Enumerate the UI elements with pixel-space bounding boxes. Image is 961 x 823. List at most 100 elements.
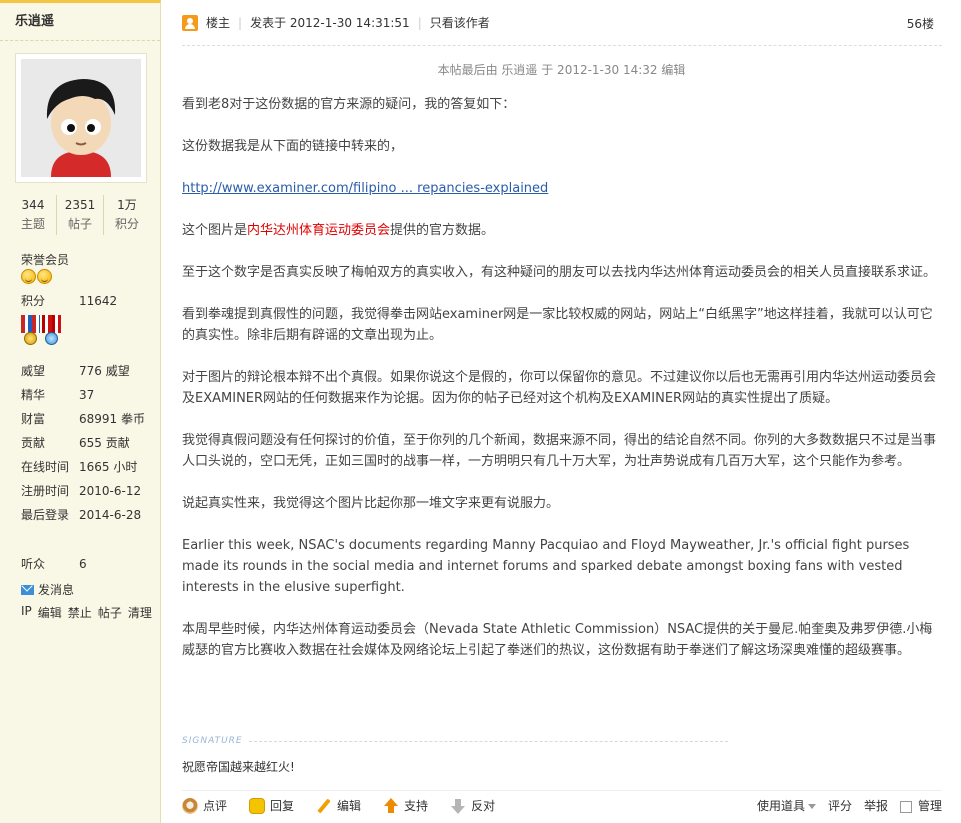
paragraph: Earlier this week, NSAC's documents rega… [182,538,910,595]
mail-icon [21,584,34,595]
field-row: 在线时间 1665 小时 [21,455,137,479]
send-message-button[interactable]: 发消息 [21,581,74,598]
only-author-link[interactable]: 只看该作者 [430,14,490,31]
support-label: 支持 [404,799,429,813]
field-label: 财富 [21,412,46,426]
stat-points-value: 1万 [117,198,137,212]
reply-icon [249,797,266,814]
stat-points[interactable]: 1万 积分 [104,195,150,235]
medals [21,315,61,349]
field-value: 1665 小时 [79,460,138,474]
stat-threads-value: 344 [21,198,45,212]
edit-label: 编辑 [337,799,362,813]
use-tools-dropdown[interactable]: 使用道具 [757,797,816,814]
field-label: 在线时间 [21,460,70,474]
field-row: 精华 37 [21,383,94,407]
field-label: 威望 [21,364,46,378]
floor-number[interactable]: 56楼 [907,15,934,32]
paragraph: 看到拳魂提到真假性的问题，我觉得拳击网站examiner网是一家比较权威的网站，… [182,307,933,343]
last-edited-notice: 本帖最后由 乐逍遥 于 2012-1-30 14:32 编辑 [437,63,686,77]
oppose-label: 反对 [471,799,496,813]
field-label: 注册时间 [21,484,70,498]
field-value: 68991 拳币 [79,412,145,426]
paragraph: 我觉得真假问题没有任何探讨的价值，至于你列的几个新闻，数据来源不同，得出的结论自… [182,433,937,469]
stat-points-label: 积分 [114,217,139,231]
paragraph: 对于图片的辩论根本辩不出个真假。如果你说这个是假的，你可以保留你的意见。不过建议… [182,370,937,406]
listeners-row: 听众 6 [21,552,87,576]
post-time: 发表于 2012-1-30 14:31:51 [250,16,410,30]
manage-toggle[interactable]: 管理 [899,797,942,814]
avatar[interactable] [15,53,147,183]
listeners-value[interactable]: 6 [79,557,87,571]
pencil-icon [316,798,332,814]
rate-button[interactable]: 评分 [828,797,852,814]
send-message-label: 发消息 [38,583,75,597]
smiley-icon [21,269,36,284]
field-label: 贡献 [21,436,46,450]
rank-stars [21,269,52,284]
field-row: 贡献 655 贡献 [21,431,130,455]
author-icon [182,14,198,31]
manage-label: 管理 [917,799,942,813]
paragraph: http://www.examiner.com/filipino ... rep… [182,178,942,199]
support-button[interactable]: 支持 [383,797,428,814]
field-row: 财富 68991 拳币 [21,407,145,431]
field-value: 655 贡献 [79,436,130,450]
edit-button[interactable]: 编辑 [316,797,361,814]
text-segment: 这个图片是 [182,223,248,238]
smiley-icon [37,269,52,284]
paragraph: 至于这个数字是否真实反映了梅帕双方的真实收入，有这种疑问的朋友可以去找内华达州体… [182,265,937,280]
chevron-down-icon [807,804,816,809]
stat-posts[interactable]: 2351 帖子 [57,195,104,235]
avatar-image [21,59,141,177]
admin-link-ban[interactable]: 禁止 [68,604,92,621]
points-row: 积分 11642 [21,289,117,313]
comment-label: 点评 [203,799,228,813]
listeners-label[interactable]: 听众 [21,552,79,576]
reply-button[interactable]: 回复 [249,797,294,814]
field-value: 2010-6-12 [79,484,142,498]
post-actions: 点评 回复 编辑 支持 反对 使用道具 评分 举报 管理 [182,790,942,820]
thumbs-up-arrow-icon [383,797,399,814]
admin-link-edit[interactable]: 编辑 [38,604,62,621]
medal-icon[interactable] [42,315,61,349]
comment-button[interactable]: 点评 [182,797,227,814]
source-link[interactable]: http://www.examiner.com/filipino ... rep… [182,181,548,196]
report-button[interactable]: 举报 [864,797,888,814]
field-row: 威望 776 威望 [21,359,130,383]
field-row: 注册时间 2010-6-12 [21,479,141,503]
paragraph: 看到老8对于这份数据的官方来源的疑问，我的答复如下： [182,97,516,112]
author-sidebar: 乐逍遥 344 主题 2351 帖子 1万 积分 荣誉会员 积分 11642 威… [0,0,161,823]
user-rank[interactable]: 荣誉会员 [21,251,69,268]
signature-divider: SIGNATURE [182,734,728,748]
admin-links: IP 编辑 禁止 帖子 清理 [21,604,152,621]
admin-link-clean[interactable]: 清理 [128,604,152,621]
highlighted-text: 内华达州体育运动委员会 [247,223,391,238]
louzhu-label: 楼主 [206,16,231,30]
signature-label: SIGNATURE [182,736,243,746]
post-header: 楼主 | 发表于 2012-1-30 14:31:51 | 只看该作者 56楼 [182,0,942,46]
reply-label: 回复 [270,799,295,813]
post-body: 看到老8对于这份数据的官方来源的疑问，我的答复如下： 这份数据我是从下面的链接中… [182,94,942,682]
down-arrow-icon [450,798,466,814]
divider: | [238,15,243,30]
field-value: 2014-6-28 [79,508,142,522]
medal-icon[interactable] [21,315,40,349]
oppose-button[interactable]: 反对 [450,797,495,814]
admin-link-ip[interactable]: IP [21,604,32,621]
points-label: 积分 [21,294,46,308]
field-row: 最后登录 2014-6-28 [21,503,141,527]
admin-link-posts[interactable]: 帖子 [98,604,122,621]
paragraph: 说起真实性来，我觉得这个图片比起你那一堆文字来更有说服力。 [182,496,560,511]
author-stats: 344 主题 2351 帖子 1万 积分 [10,195,150,235]
stat-posts-value: 2351 [64,198,96,212]
text-segment: 提供的官方数据。 [390,223,495,238]
field-label: 精华 [21,388,46,402]
signature-text: 祝愿帝国越来越红火! [182,760,295,774]
stat-posts-label: 帖子 [67,217,92,231]
stat-threads[interactable]: 344 主题 [10,195,57,235]
divider: | [417,15,422,30]
author-username[interactable]: 乐逍遥 [0,3,160,41]
tools-label: 使用道具 [756,799,805,813]
manage-checkbox[interactable] [899,800,912,813]
